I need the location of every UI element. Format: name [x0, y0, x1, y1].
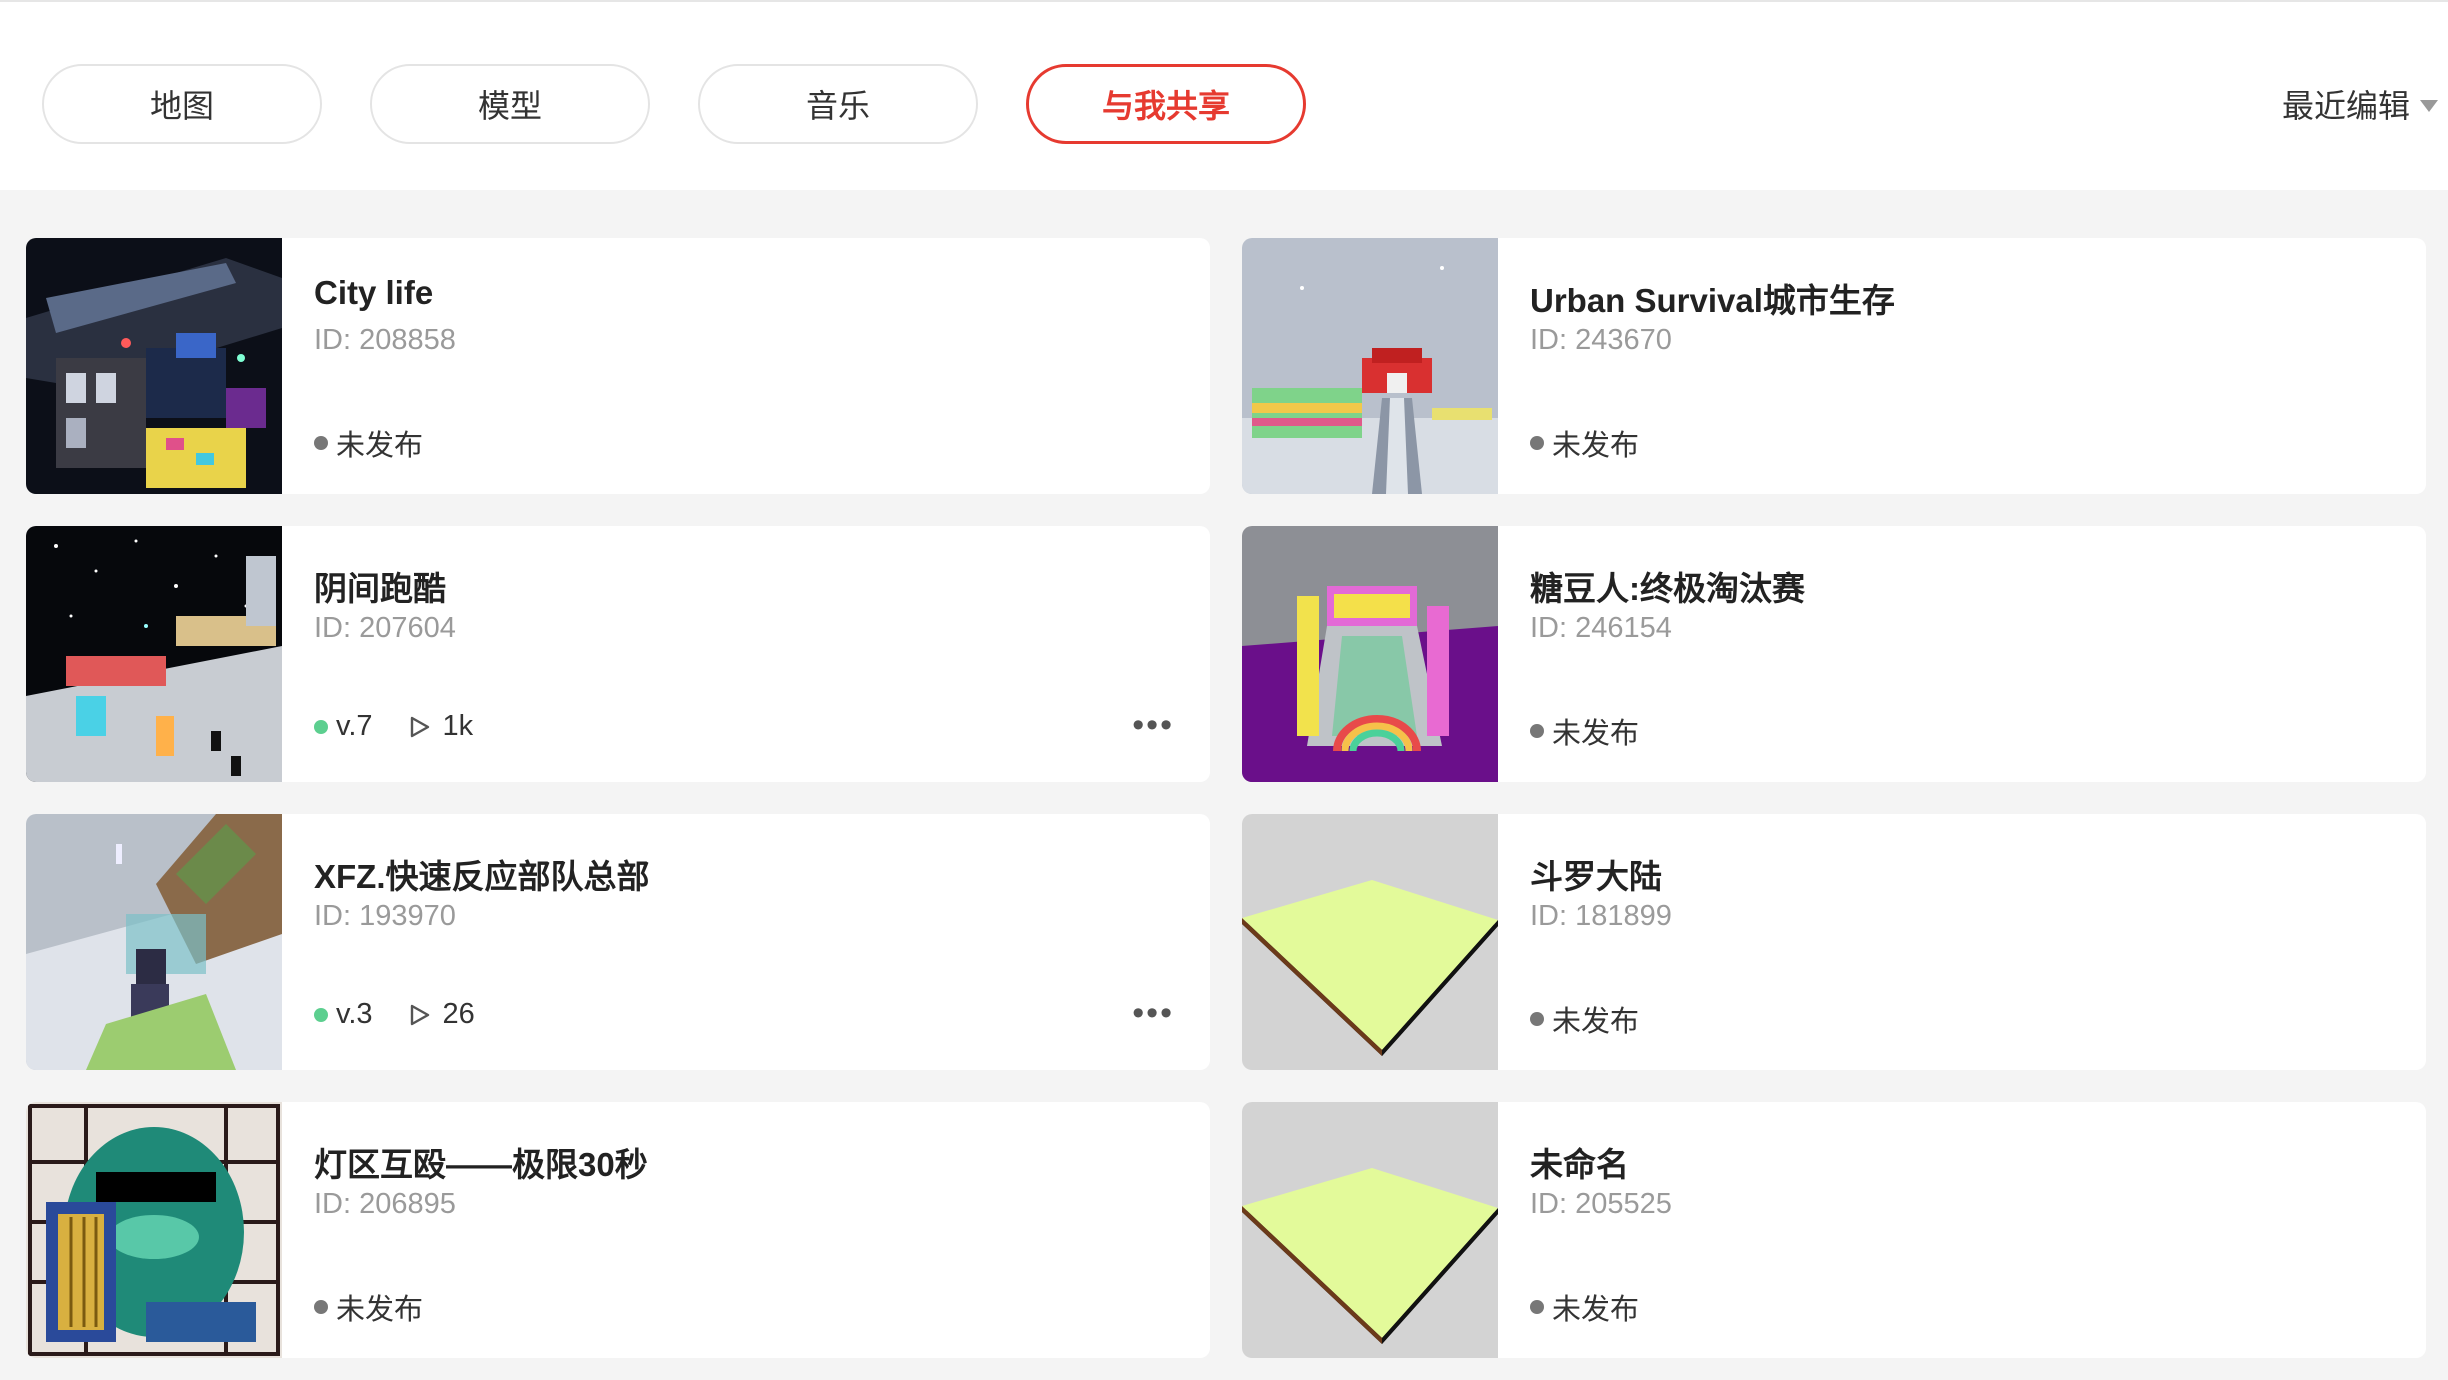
project-thumbnail [26, 1102, 282, 1358]
version-stats: v.7 1k [314, 710, 473, 743]
project-thumbnail [26, 238, 282, 494]
project-card-urban-survival[interactable]: Urban Survival城市生存 ID: 243670 未发布 [1242, 238, 2426, 494]
status-text: 未发布 [336, 430, 424, 462]
status-text: 未发布 [1552, 1006, 1640, 1038]
status-text: 未发布 [1552, 1294, 1640, 1326]
status-dot [1530, 1300, 1544, 1314]
project-card-untitled[interactable]: 未命名 ID: 205525 未发布 [1242, 1102, 2426, 1358]
status-dot [1530, 1012, 1544, 1026]
tab-shared-with-me[interactable]: 与我共享 [1026, 64, 1306, 144]
sort-label: 最近编辑 [2281, 88, 2410, 124]
project-thumbnail [1242, 526, 1498, 782]
project-id: ID: 207604 [314, 612, 456, 644]
project-title: 未命名 [1530, 1146, 1629, 1183]
play-icon [410, 1004, 429, 1025]
status-text: 未发布 [1552, 718, 1640, 750]
tab-model[interactable]: 模型 [370, 64, 650, 144]
project-title: 阴间跑酷 [314, 570, 446, 607]
project-card-fall-guys[interactable]: 糖豆人:终极淘汰赛 ID: 246154 未发布 [1242, 526, 2426, 782]
version-text: v.7 [336, 710, 373, 742]
status-badge: 未发布 [1530, 1286, 1639, 1328]
more-options-icon[interactable]: ••• [1132, 994, 1174, 1033]
tab-music[interactable]: 音乐 [698, 64, 978, 144]
published-dot [314, 719, 328, 734]
project-title: 灯区互殴——极限30秒 [314, 1146, 648, 1183]
status-dot [1530, 724, 1544, 738]
play-count: 1k [442, 710, 474, 742]
project-card-xfz-hq[interactable]: XFZ.快速反应部队总部 ID: 193970 v.3 26 ••• [26, 814, 1210, 1070]
project-id: ID: 243670 [1530, 324, 1672, 356]
status-text: 未发布 [336, 1294, 424, 1326]
project-card-city-life[interactable]: City life ID: 208858 未发布 [26, 238, 1210, 494]
project-id: ID: 208858 [314, 324, 456, 356]
project-title: XFZ.快速反应部队总部 [314, 858, 650, 895]
project-title: 斗罗大陆 [1530, 858, 1662, 895]
status-dot [1530, 436, 1544, 450]
project-id: ID: 193970 [314, 900, 456, 932]
play-count: 26 [442, 998, 475, 1030]
project-thumbnail [1242, 1102, 1498, 1358]
status-dot [314, 436, 328, 450]
project-id: ID: 205525 [1530, 1188, 1672, 1220]
status-dot [314, 1300, 328, 1314]
version-text: v.3 [336, 998, 373, 1030]
project-card-douluo[interactable]: 斗罗大陆 ID: 181899 未发布 [1242, 814, 2426, 1070]
tab-map[interactable]: 地图 [42, 64, 322, 144]
status-badge: 未发布 [1530, 998, 1639, 1040]
project-title: 糖豆人:终极淘汰赛 [1530, 570, 1805, 607]
project-card-ghost-parkour[interactable]: 阴间跑酷 ID: 207604 v.7 1k ••• [26, 526, 1210, 782]
project-thumbnail [1242, 238, 1498, 494]
status-text: 未发布 [1552, 430, 1640, 462]
project-id: ID: 246154 [1530, 612, 1672, 644]
play-icon [410, 716, 429, 737]
version-stats: v.3 26 [314, 998, 475, 1031]
project-title: Urban Survival城市生存 [1530, 282, 1895, 319]
status-badge: 未发布 [314, 422, 423, 464]
filter-bar: 地图 模型 音乐 与我共享 最近编辑 [0, 0, 2448, 190]
project-thumbnail [26, 526, 282, 782]
chevron-down-icon [2420, 100, 2438, 112]
sort-dropdown[interactable]: 最近编辑 [2282, 82, 2438, 126]
project-id: ID: 206895 [314, 1188, 456, 1220]
project-id: ID: 181899 [1530, 900, 1672, 932]
project-thumbnail [26, 814, 282, 1070]
more-options-icon[interactable]: ••• [1132, 706, 1174, 745]
project-card-light-zone[interactable]: 灯区互殴——极限30秒 ID: 206895 未发布 [26, 1102, 1210, 1358]
status-badge: 未发布 [1530, 422, 1639, 464]
project-title: City life [314, 274, 434, 311]
published-dot [314, 1007, 328, 1022]
status-badge: 未发布 [314, 1286, 423, 1328]
project-thumbnail [1242, 814, 1498, 1070]
status-badge: 未发布 [1530, 710, 1639, 752]
